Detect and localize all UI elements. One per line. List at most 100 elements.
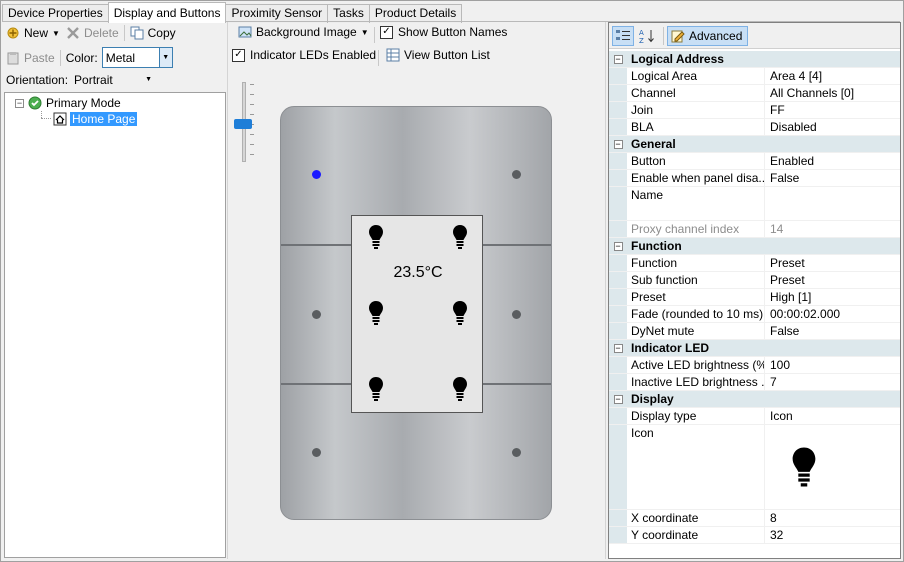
property-row[interactable]: Function Preset xyxy=(609,255,900,272)
lightbulb-icon[interactable] xyxy=(452,300,468,326)
tree-connector xyxy=(41,111,42,118)
slider-tick xyxy=(250,114,254,115)
categorized-icon xyxy=(616,29,630,40)
property-row[interactable]: Display type Icon xyxy=(609,408,900,425)
paste-icon xyxy=(6,51,20,65)
category-function[interactable]: − Function xyxy=(609,238,900,255)
background-image-button[interactable]: Background Image ▼ xyxy=(238,25,369,39)
property-row[interactable]: Inactive LED brightness ... 7 xyxy=(609,374,900,391)
slider-tick xyxy=(250,94,254,95)
indicator-led-active[interactable] xyxy=(312,170,321,179)
indicator-leds-checkbox[interactable]: ✓ Indicator LEDs Enabled xyxy=(232,48,376,62)
property-row[interactable]: Active LED brightness (%) 100 xyxy=(609,357,900,374)
property-row[interactable]: Button Enabled xyxy=(609,153,900,170)
chevron-down-icon: ▼ xyxy=(145,76,153,83)
grid-list-icon xyxy=(386,48,400,62)
copy-icon xyxy=(130,26,144,40)
tree-node-home-page[interactable]: Home Page xyxy=(53,112,138,126)
lightbulb-icon xyxy=(791,443,817,495)
paste-button[interactable]: Paste xyxy=(6,51,55,65)
slider-thumb[interactable] xyxy=(234,119,252,129)
advanced-button[interactable]: Advanced xyxy=(667,25,749,46)
property-row[interactable]: Enable when panel disa... False xyxy=(609,170,900,187)
color-label: Color: xyxy=(65,50,98,65)
delete-x-icon xyxy=(66,26,80,40)
tree-node-label: Home Page xyxy=(70,112,138,126)
collapse-icon[interactable]: − xyxy=(613,54,623,64)
slider-tick xyxy=(250,134,254,135)
orientation-label: Orientation: xyxy=(6,73,69,87)
display-screen[interactable]: 23.5°C xyxy=(351,215,483,413)
lightbulb-icon[interactable] xyxy=(452,224,468,250)
checkmark-icon: ✓ xyxy=(380,25,393,39)
property-row[interactable]: DyNet mute False xyxy=(609,323,900,340)
indicator-led[interactable] xyxy=(512,310,521,319)
color-select-value: Metal xyxy=(105,50,136,65)
collapse-icon[interactable]: − xyxy=(613,394,623,404)
toolbar-separator xyxy=(374,27,375,43)
slider-tick xyxy=(250,84,254,85)
category-logical-address[interactable]: − Logical Address xyxy=(609,51,900,68)
collapse-icon[interactable]: − xyxy=(15,98,24,108)
color-select[interactable]: Metal ▼ xyxy=(101,47,173,68)
page-toolbar-row1: New ▼ Delete Copy xyxy=(6,25,176,41)
lightbulb-icon[interactable] xyxy=(368,376,384,402)
indicator-led[interactable] xyxy=(312,448,321,457)
delete-button[interactable]: Delete xyxy=(66,26,119,40)
splitter[interactable] xyxy=(605,22,606,559)
toolbar-separator xyxy=(123,25,125,41)
indicator-led[interactable] xyxy=(512,448,521,457)
zoom-slider[interactable] xyxy=(234,82,256,162)
alphabetical-sort-button[interactable]: AZ xyxy=(636,26,658,46)
property-row[interactable]: X coordinate 8 xyxy=(609,510,900,527)
svg-text:Z: Z xyxy=(639,37,644,44)
show-button-names-checkbox[interactable]: ✓ Show Button Names xyxy=(380,25,507,39)
panel-preview-pane: Background Image ▼ ✓ Show Button Names ✓… xyxy=(228,22,604,559)
page-toolbar-row2: Paste Color: Metal ▼ xyxy=(6,47,173,68)
orientation-row: Orientation: Portrait ▼ xyxy=(6,73,152,87)
collapse-icon[interactable]: − xyxy=(613,241,623,251)
image-icon xyxy=(238,25,252,39)
categorized-view-button[interactable] xyxy=(612,25,634,46)
property-row-icon[interactable]: Icon xyxy=(609,425,900,510)
sort-az-icon: AZ xyxy=(639,29,654,44)
collapse-icon[interactable]: − xyxy=(613,139,623,149)
property-row[interactable]: Proxy channel index 14 xyxy=(609,221,900,238)
check-mode-icon xyxy=(28,96,42,110)
svg-text:A: A xyxy=(639,29,644,37)
category-indicator-led[interactable]: − Indicator LED xyxy=(609,340,900,357)
lightbulb-icon[interactable] xyxy=(452,376,468,402)
property-row[interactable]: Sub function Preset xyxy=(609,272,900,289)
view-button-list-button[interactable]: View Button List xyxy=(386,48,490,62)
property-row[interactable]: Channel All Channels [0] xyxy=(609,85,900,102)
chevron-down-icon: ▼ xyxy=(158,48,172,67)
property-row[interactable]: BLA Disabled xyxy=(609,119,900,136)
tab-bar: Device Properties Display and Buttons Pr… xyxy=(2,2,463,23)
property-row[interactable]: Y coordinate 32 xyxy=(609,527,900,544)
collapse-icon[interactable]: − xyxy=(613,343,623,353)
slider-tick xyxy=(250,104,254,105)
chevron-down-icon: ▼ xyxy=(52,28,60,38)
property-row[interactable]: Logical Area Area 4 [4] xyxy=(609,68,900,85)
new-button[interactable]: New ▼ xyxy=(6,26,60,40)
category-general[interactable]: − General xyxy=(609,136,900,153)
property-row[interactable]: Join FF xyxy=(609,102,900,119)
new-page-icon xyxy=(6,26,20,40)
tab-display-and-buttons[interactable]: Display and Buttons xyxy=(107,2,227,23)
lightbulb-icon[interactable] xyxy=(368,300,384,326)
lightbulb-icon[interactable] xyxy=(368,224,384,250)
keypad-panel-preview: 23.5°C xyxy=(280,106,552,520)
property-row[interactable]: Fade (rounded to 10 ms) 00:00:02.000 xyxy=(609,306,900,323)
tree-node-primary-mode[interactable]: − Primary Mode xyxy=(15,96,121,110)
toolbar-separator xyxy=(663,26,664,45)
indicator-led[interactable] xyxy=(312,310,321,319)
copy-button[interactable]: Copy xyxy=(130,26,176,40)
category-display[interactable]: − Display xyxy=(609,391,900,408)
orientation-select[interactable]: Portrait ▼ xyxy=(74,73,152,87)
indicator-led[interactable] xyxy=(512,170,521,179)
property-row[interactable]: Name xyxy=(609,187,900,221)
property-row[interactable]: Preset High [1] xyxy=(609,289,900,306)
page-tree: − Primary Mode Home Page xyxy=(4,92,226,558)
page-tree-pane: New ▼ Delete Copy Paste Color: Metal ▼ O… xyxy=(2,22,226,559)
toolbar-separator xyxy=(378,50,379,66)
